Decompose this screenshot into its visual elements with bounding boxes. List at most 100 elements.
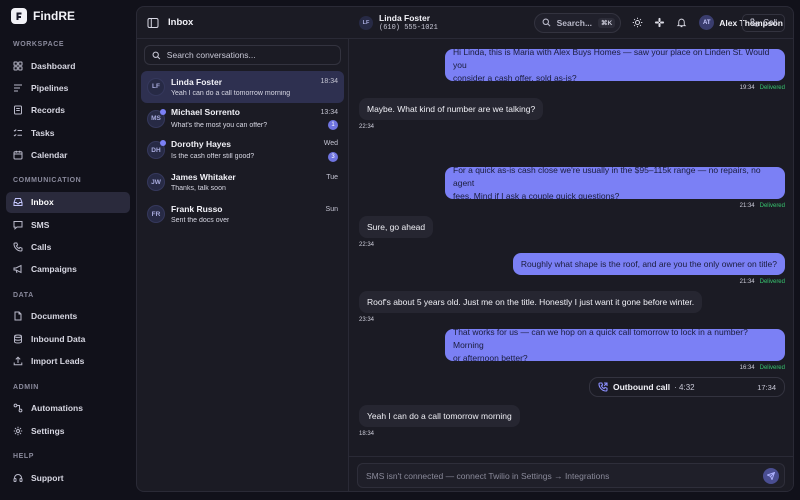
sidebar-item-records[interactable]: Records [6, 100, 130, 121]
avatar-initials: FR [151, 210, 161, 218]
conversation-item[interactable]: LF Linda Foster 18:34 Yeah I can do a cal… [141, 71, 344, 103]
sidebar-item-label: Campaigns [31, 264, 77, 275]
sidebar-item-label: Records [31, 105, 66, 116]
avatar-initials: LF [152, 83, 160, 91]
message-input[interactable] [357, 463, 785, 488]
section-label-workspace: WORKSPACE [13, 41, 65, 48]
sidebar-item-campaigns[interactable]: Campaigns [6, 259, 130, 280]
section-label-communication: COMMUNICATION [13, 177, 82, 185]
conversation-preview: Sent the docs over [171, 217, 230, 225]
contact-phone: (610) 555-1021 [379, 24, 438, 32]
conversation-name: James Whitaker [171, 172, 236, 183]
sidebar-item-documents[interactable]: Documents [6, 306, 130, 327]
message-composer [349, 456, 793, 491]
support-icon [13, 473, 23, 482]
send-icon [767, 472, 775, 480]
phone-icon [750, 18, 759, 27]
sidebar-item-sms[interactable]: SMS [6, 214, 130, 235]
call-button[interactable]: Call [742, 13, 785, 32]
message-incoming: Maybe. What kind of number are we talkin… [359, 98, 544, 130]
sidebar-item-support[interactable]: Support [6, 467, 130, 488]
conversation-time: Tue [326, 173, 338, 181]
message-bubble: For a quick as-is cash close we're usual… [445, 165, 785, 201]
findre-logo-icon [11, 8, 27, 24]
message-time: 21:34 [739, 203, 755, 209]
contact-name: Linda Foster [379, 13, 431, 23]
avatar: DH [147, 140, 166, 160]
message-line: consider a cash offer, sold as-is? [453, 72, 577, 83]
section-label-help: HELP [13, 453, 35, 461]
sidebar-item-calendar[interactable]: Calendar [6, 144, 130, 165]
gear-icon [13, 426, 23, 435]
message-line: Maybe. What kind of number are we talkin… [367, 103, 536, 114]
search-icon [152, 51, 161, 59]
sidebar-item-inbox[interactable]: Inbox [6, 191, 130, 213]
sidebar-item-automations[interactable]: Automations [6, 398, 130, 419]
brand[interactable]: FindRE [11, 8, 130, 24]
sidebar-item-calls[interactable]: Calls [6, 236, 130, 257]
avatar: MS [147, 108, 166, 128]
avatar-initials: JW [151, 178, 161, 186]
unread-count-badge: 3 [328, 151, 338, 162]
conversation-name: Dorothy Hayes [171, 138, 231, 149]
call-log-label: Outbound call [613, 382, 671, 392]
avatar: JW [147, 173, 165, 192]
message-incoming: Roof's about 5 years old. Just me on the… [359, 291, 703, 323]
sidebar-item-label: Documents [31, 311, 78, 322]
conversation-preview: Is the cash offer still good? [171, 153, 255, 161]
sidebar-item-settings[interactable]: Settings [6, 420, 130, 441]
sidebar-item-label: Import Leads [31, 356, 85, 367]
conversation-time: Wed [323, 140, 338, 148]
sidebar-item-tasks[interactable]: Tasks [6, 122, 130, 143]
call-button-label: Call [763, 18, 777, 27]
sidebar-item-label: Automations [31, 403, 83, 414]
phone-icon [13, 242, 23, 252]
message-line: or afternoon better? [453, 352, 528, 363]
message-line: That works for us — can we hop on a quic… [453, 326, 748, 350]
section-label-data: DATA [13, 291, 34, 299]
conversation-item[interactable]: DH Dorothy Hayes Wed Is the cash offer st… [141, 135, 344, 167]
avatar: LF [359, 15, 373, 30]
avatar: FR [147, 205, 165, 224]
conversation-list: LF Linda Foster 18:34 Yeah I can do a cal… [137, 39, 349, 491]
unread-dot [160, 108, 166, 115]
conversation-preview: What's the most you can offer? [171, 121, 268, 129]
message-line: Hi Linda, this is Maria with Alex Buys H… [453, 46, 770, 70]
send-button[interactable] [763, 468, 779, 484]
sidebar-item-label: Settings [31, 425, 65, 436]
chat-pane: LF Linda Foster (610) 555-1021 Call Hi L… [349, 7, 793, 491]
call-log-duration: · 4:32 [674, 382, 695, 392]
page-title: Inbox [168, 17, 194, 28]
delivery-status: Delivered [759, 365, 785, 371]
call-log-entry[interactable]: Outbound call · 4:32 17:34 [589, 377, 785, 397]
message-time: 22:34 [359, 124, 375, 130]
conversation-item[interactable]: MS Michael Sorrento 13:34 What's the most… [141, 103, 344, 135]
document-icon [14, 311, 22, 321]
sidebar-item-dashboard[interactable]: Dashboard [6, 55, 130, 76]
sidebar-item-pipelines[interactable]: Pipelines [6, 78, 130, 99]
message-time: 16:34 [739, 365, 755, 371]
delivery-status: Delivered [759, 203, 785, 209]
sidebar-item-label: Dashboard [31, 60, 76, 71]
message-bubble: Roughly what shape is the roof, and are … [512, 253, 785, 275]
call-log-time: 17:34 [757, 382, 776, 392]
upload-icon [13, 356, 23, 366]
app-name: FindRE [33, 9, 75, 23]
unread-dot [160, 140, 166, 147]
records-icon [14, 105, 22, 115]
conversation-search[interactable] [144, 45, 341, 65]
avatar-initials: DH [151, 146, 161, 154]
message-bubble: That works for us — can we hop on a quic… [445, 326, 785, 363]
section-label-admin: ADMIN [13, 383, 39, 391]
sidebar-item-import-leads[interactable]: Import Leads [6, 351, 130, 372]
sms-icon [13, 220, 23, 230]
message-outgoing: Roughly what shape is the roof, and are … [512, 253, 785, 285]
calendar-icon [13, 150, 23, 160]
automation-icon [13, 403, 23, 413]
conversation-search-input[interactable] [166, 50, 333, 60]
sidebar-item-inbound-data[interactable]: Inbound Data [6, 328, 130, 349]
conversation-item[interactable]: FR Frank Russo Sun Sent the docs over [141, 198, 344, 230]
conversation-preview: Thanks, talk soon [171, 185, 226, 193]
sidebar-toggle-icon[interactable] [147, 17, 159, 29]
conversation-item[interactable]: JW James Whitaker Tue Thanks, talk soon [141, 166, 344, 198]
